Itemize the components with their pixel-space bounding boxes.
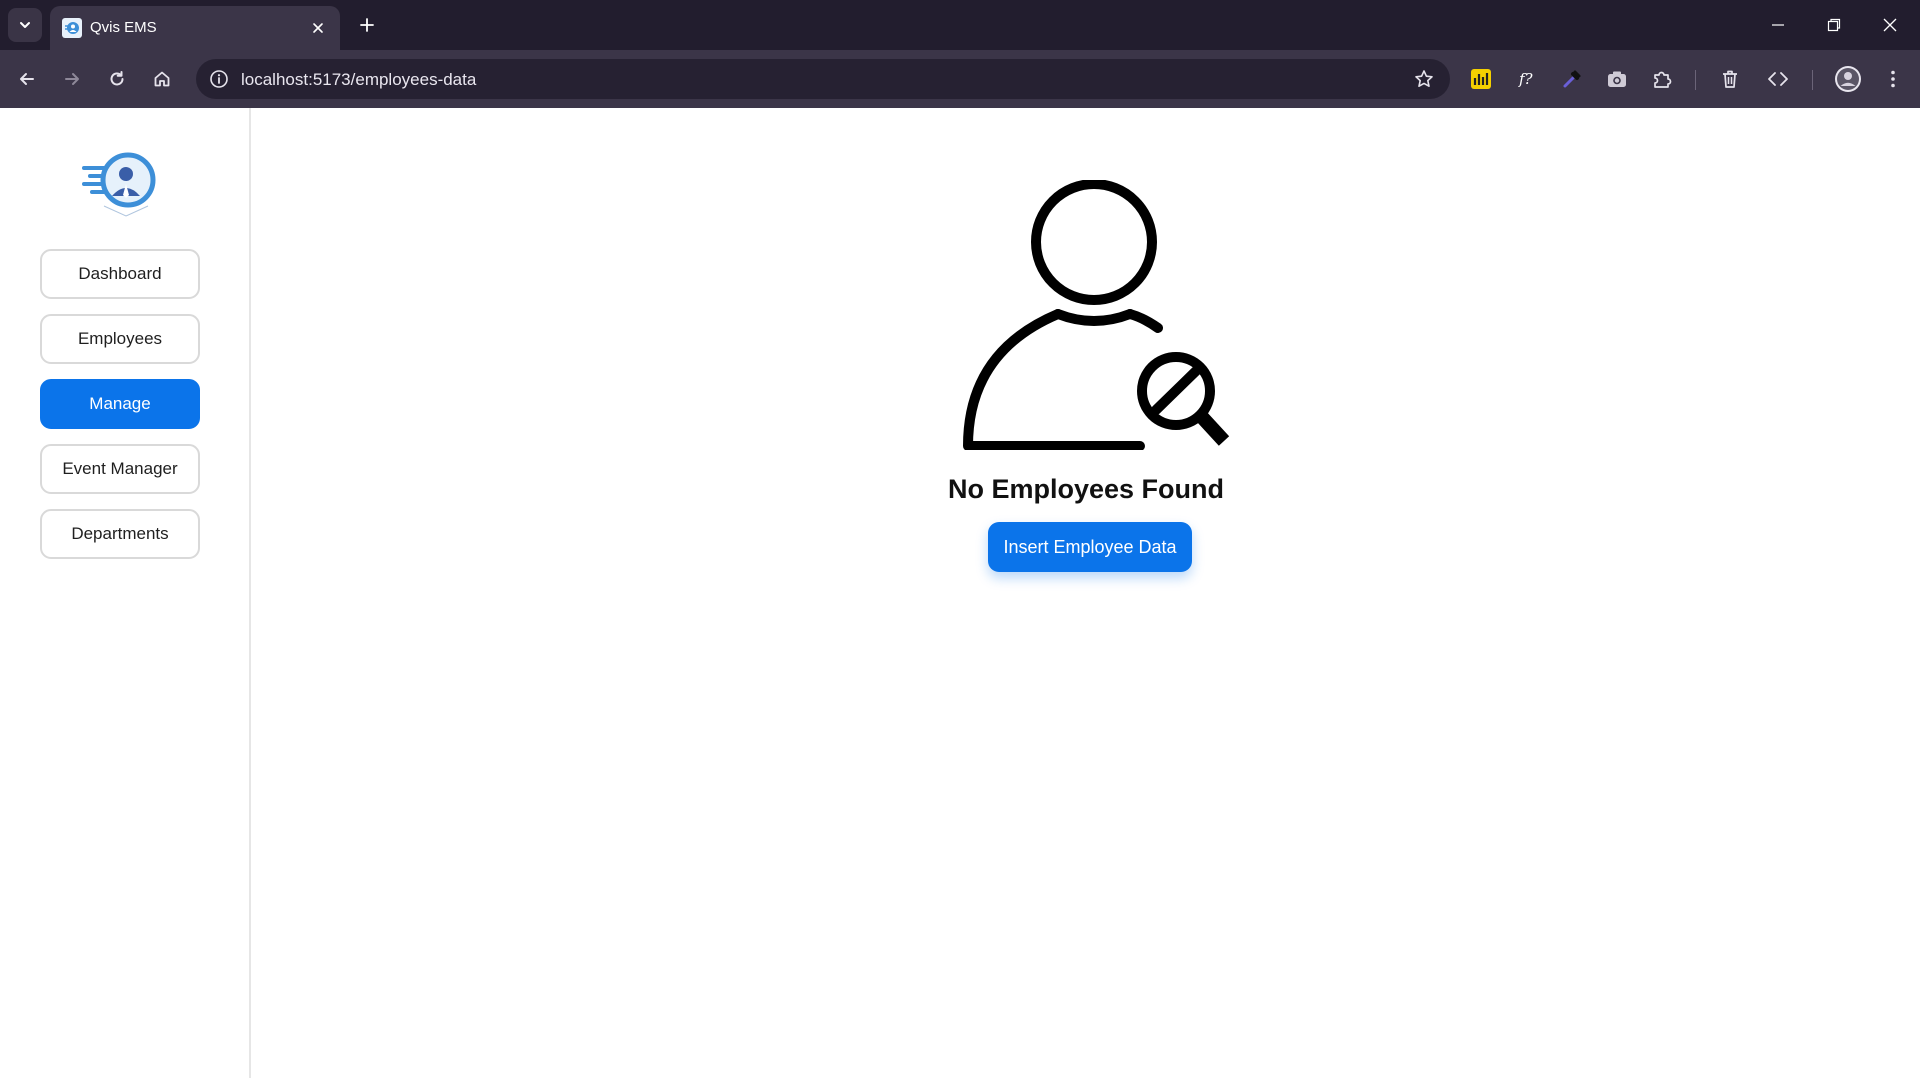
plus-icon xyxy=(360,18,374,32)
star-icon[interactable] xyxy=(1412,67,1436,91)
browser-tabbar: Qvis EMS xyxy=(0,0,1920,50)
user-search-icon xyxy=(958,179,1234,451)
app-logo[interactable] xyxy=(82,150,160,220)
restore-icon xyxy=(1827,18,1841,32)
forward-icon xyxy=(65,73,79,85)
favicon-icon xyxy=(62,18,82,38)
nav-employees[interactable]: Employees xyxy=(40,314,200,364)
url-text: localhost:5173/employees-data xyxy=(241,70,477,89)
nav-manage[interactable]: Manage xyxy=(40,379,200,429)
code-icon[interactable] xyxy=(1762,63,1794,95)
menu-icon[interactable] xyxy=(1877,63,1909,95)
nav-label: Dashboard xyxy=(78,264,162,283)
reload-button[interactable] xyxy=(100,62,134,96)
tab-search-button[interactable] xyxy=(8,8,42,42)
restore-button[interactable] xyxy=(1806,0,1862,50)
browser-tab[interactable]: Qvis EMS xyxy=(50,6,340,50)
toolbar-separator xyxy=(1695,70,1696,90)
empty-state-title: No Employees Found xyxy=(947,474,1225,504)
main-content: No Employees Found Insert Employee Data xyxy=(252,108,1920,1078)
home-icon xyxy=(154,71,170,87)
close-window-button[interactable] xyxy=(1862,0,1918,50)
browser-toolbar: localhost:5173/employees-data f? xyxy=(0,50,1920,108)
new-tab-button[interactable] xyxy=(352,10,382,40)
chevron-down-icon xyxy=(20,22,30,28)
ext-camera-icon[interactable] xyxy=(1601,63,1633,95)
nav-label: Manage xyxy=(89,394,151,413)
reload-icon xyxy=(110,71,124,86)
nav-label: Event Manager xyxy=(62,459,178,478)
nav-event-manager[interactable]: Event Manager xyxy=(40,444,200,494)
home-button[interactable] xyxy=(145,62,179,96)
back-icon xyxy=(20,73,34,85)
minimize-button[interactable] xyxy=(1750,0,1806,50)
address-bar[interactable]: localhost:5173/employees-data xyxy=(196,59,1450,99)
nav-label: Departments xyxy=(71,524,169,543)
insert-employee-data-button[interactable]: Insert Employee Data xyxy=(988,522,1192,572)
tab-title: Qvis EMS xyxy=(90,19,157,36)
forward-button[interactable] xyxy=(55,62,89,96)
info-icon[interactable] xyxy=(206,66,232,92)
back-button[interactable] xyxy=(10,62,44,96)
sidebar: Dashboard Employees Manage Event Manager… xyxy=(0,108,251,1078)
nav-dashboard[interactable]: Dashboard xyxy=(40,249,200,299)
ext-chart-icon[interactable] xyxy=(1465,63,1497,95)
minimize-icon xyxy=(1772,24,1784,26)
nav-departments[interactable]: Departments xyxy=(40,509,200,559)
extensions-icon[interactable] xyxy=(1646,63,1678,95)
toolbar-separator xyxy=(1812,70,1813,90)
profile-icon[interactable] xyxy=(1832,63,1864,95)
svg-text:f?: f? xyxy=(1518,70,1534,88)
close-window-icon xyxy=(1883,18,1897,32)
trash-icon[interactable] xyxy=(1714,63,1746,95)
close-icon[interactable] xyxy=(308,18,328,38)
nav-label: Employees xyxy=(77,329,163,348)
ext-font-icon[interactable]: f? xyxy=(1511,63,1543,95)
ext-eyedropper-icon[interactable] xyxy=(1556,63,1588,95)
